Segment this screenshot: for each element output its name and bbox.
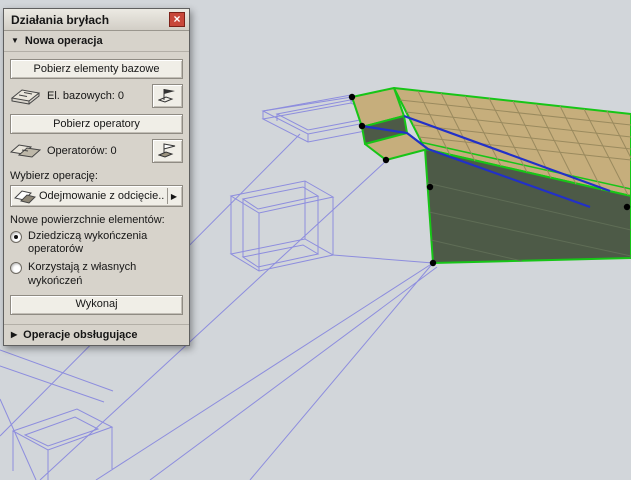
radio-own-label: Korzystają z własnych wykończeń (28, 261, 137, 287)
show-operators-button[interactable] (152, 139, 183, 163)
operators-label: Operatorów: (47, 145, 108, 157)
get-operators-button[interactable]: Pobierz operatory (10, 114, 183, 134)
dropdown-arrow-icon: ▶ (170, 191, 177, 201)
dialog-titlebar[interactable]: Działania bryłach × (4, 9, 189, 31)
radio-unselected-icon[interactable] (10, 262, 22, 275)
solid-operations-dialog: Działania bryłach × ▼ Nowa operacja Pobi… (3, 8, 190, 346)
radio-inherit-label: Dziedziczą wykończenia operatorów (28, 230, 148, 256)
get-base-elements-button[interactable]: Pobierz elementy bazowe (10, 59, 183, 79)
subtract-operation-icon (14, 188, 36, 204)
operators-row: Operatorów: 0 (10, 139, 183, 163)
radio-selected-icon[interactable] (10, 231, 22, 243)
base-elements-label: El. bazowych: (47, 90, 115, 102)
close-button[interactable]: × (169, 12, 185, 27)
base-elements-icon (10, 86, 47, 106)
section-supporting-operations-label: Operacje obsługujące (23, 328, 138, 341)
section-new-operation[interactable]: ▼ Nowa operacja (4, 31, 189, 52)
dropdown-separator (166, 188, 168, 204)
radio-inherit-finishes[interactable]: Dziedziczą wykończenia operatorów (10, 230, 183, 256)
radio-own-finishes[interactable]: Korzystają z własnych wykończeń (10, 261, 183, 287)
operation-dropdown[interactable]: Odejmowanie z odcięcie... ▶ (10, 185, 183, 207)
section-new-operation-label: Nowa operacja (24, 35, 103, 47)
show-base-elements-button[interactable] (152, 84, 183, 108)
execute-button[interactable]: Wykonaj (10, 294, 183, 315)
operation-dropdown-value: Odejmowanie z odcięcie... (39, 190, 165, 202)
base-elements-count: 0 (117, 90, 124, 102)
app-window: Działania bryłach × ▼ Nowa operacja Pobi… (0, 0, 631, 480)
choose-operation-label: Wybierz operację: (10, 170, 98, 182)
operators-count: 0 (110, 145, 117, 157)
dialog-body: Pobierz elementy bazowe El. bazowych: 0 … (4, 52, 189, 324)
new-surfaces-label: Nowe powierzchnie elementów: (10, 214, 165, 226)
base-elements-row: El. bazowych: 0 (10, 84, 183, 108)
collapse-triangle-icon: ▼ (11, 36, 19, 45)
operators-icon (10, 141, 47, 161)
close-icon: × (173, 11, 181, 26)
section-supporting-operations[interactable]: ▶ Operacje obsługujące (4, 323, 189, 345)
flag-icon (157, 86, 178, 107)
dialog-title: Działania bryłach (11, 12, 110, 27)
expand-triangle-icon: ▶ (11, 329, 18, 339)
flag-slab-icon (157, 141, 178, 162)
